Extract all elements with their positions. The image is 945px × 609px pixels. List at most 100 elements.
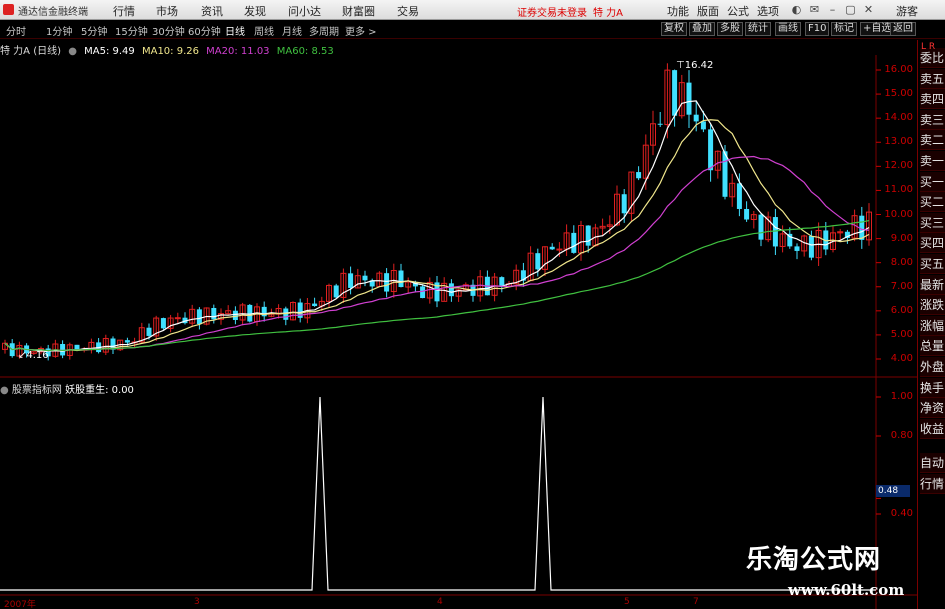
side-panel-item[interactable]: 外盘 — [920, 357, 945, 377]
side-panel-item[interactable]: 买三 — [920, 212, 945, 233]
tool-diejia[interactable]: 叠加 — [689, 22, 715, 36]
restore-icon[interactable]: ▢ — [844, 3, 857, 16]
menu-gongneng[interactable]: 功能 — [667, 3, 689, 19]
menu-faxian[interactable]: 发现 — [244, 3, 266, 19]
candle — [66, 342, 73, 360]
minimize-icon[interactable]: – — [826, 3, 839, 16]
candle — [614, 185, 620, 227]
tool-f10[interactable]: F10 — [805, 22, 830, 36]
price-tick-label: 6.00 — [890, 304, 913, 316]
side-panel-item[interactable]: 最新 — [920, 274, 945, 295]
candle — [225, 305, 232, 315]
date-label-3: 3 — [194, 597, 200, 607]
period-5min[interactable]: 5分钟 — [81, 23, 107, 38]
side-panel-item[interactable]: 卖三 — [920, 109, 945, 130]
side-panel-item[interactable]: 卖四 — [920, 89, 945, 110]
watermark-logo: 乐淘公式网 — [746, 545, 882, 575]
side-panel-item[interactable]: 卖五 — [920, 68, 945, 89]
candle — [571, 225, 577, 254]
candle — [484, 270, 490, 296]
date-label-7: 7 — [693, 597, 699, 607]
menu-hangqing[interactable]: 行情 — [113, 3, 135, 19]
candle — [160, 317, 166, 330]
menu-banmian[interactable]: 版面 — [697, 3, 719, 19]
guest-label[interactable]: 游客 — [896, 3, 918, 19]
price-tick-label: 10.00 — [884, 208, 913, 220]
tool-biaoji[interactable]: 标记 — [831, 22, 857, 36]
indicator-name: 股票指标网 — [11, 385, 62, 396]
tool-fanhui[interactable]: 返回 — [890, 22, 916, 36]
side-panel-item[interactable]: 总量 — [920, 336, 945, 357]
tool-fuquan[interactable]: 复权 — [661, 22, 687, 36]
candle — [678, 74, 685, 119]
candle — [261, 301, 267, 322]
side-panel-item[interactable]: 买一 — [920, 171, 945, 192]
app-title: 通达信金融终端 — [18, 7, 88, 18]
period-daily[interactable]: 日线 — [225, 23, 245, 38]
side-panel-item[interactable]: 涨幅 — [920, 315, 945, 336]
price-tick-label: 5.00 — [890, 328, 913, 340]
candle — [750, 210, 757, 229]
menu-caifuquan[interactable]: 财富圈 — [342, 3, 375, 19]
candlestick-chart[interactable] — [0, 40, 917, 609]
period-toolbar: 分时 1分钟 5分钟 15分钟 30分钟 60分钟 日线 周线 月线 多周期 更… — [0, 20, 945, 39]
candle — [830, 226, 836, 253]
candle — [729, 173, 736, 207]
side-panel-item[interactable]: 买五 — [920, 254, 945, 274]
period-60min[interactable]: 60分钟 — [188, 23, 221, 38]
candle — [765, 211, 772, 243]
period-multi[interactable]: 多周期 — [309, 23, 339, 38]
tool-tongji[interactable]: 统计 — [745, 22, 771, 36]
side-panel-item[interactable]: 净资 — [920, 398, 945, 419]
menu-gongshi[interactable]: 公式 — [727, 3, 749, 19]
period-weekly[interactable]: 周线 — [254, 23, 274, 38]
login-status[interactable]: 证券交易未登录 — [517, 4, 587, 19]
side-panel-item[interactable]: 涨跌 — [920, 295, 945, 316]
ma5-line — [4, 100, 870, 352]
candle — [384, 268, 390, 298]
candle — [772, 208, 778, 256]
tool-huaxian[interactable]: 画线 — [775, 22, 801, 36]
panel-corner-label[interactable]: L R — [921, 42, 935, 52]
mail-icon[interactable]: ✉ — [808, 3, 821, 16]
side-panel-item[interactable]: 换手 — [920, 377, 945, 398]
side-panel-item[interactable]: 收益 — [920, 418, 945, 439]
price-tick-label: 9.00 — [890, 232, 913, 244]
tool-duogu[interactable]: 多股 — [717, 22, 743, 36]
candle — [167, 314, 174, 333]
indicator-settings-icon[interactable]: ● — [0, 385, 9, 396]
period-monthly[interactable]: 月线 — [282, 23, 302, 38]
candle — [866, 203, 872, 246]
menu-jiaoyi[interactable]: 交易 — [397, 3, 419, 19]
candle — [592, 223, 599, 247]
candle — [290, 301, 296, 321]
menu-zixun[interactable]: 资讯 — [201, 3, 223, 19]
watermark-url: www.60lt.com — [788, 581, 905, 599]
candle — [398, 263, 404, 288]
menu-xuanxiang[interactable]: 选项 — [757, 3, 779, 19]
side-panel-item[interactable]: 买二 — [920, 192, 945, 213]
side-panel-item[interactable]: 卖一 — [920, 151, 945, 171]
period-30min[interactable]: 30分钟 — [152, 23, 185, 38]
price-tick-label: 12.00 — [884, 160, 913, 172]
side-panel-item[interactable]: 卖二 — [920, 130, 945, 151]
menu-wenxiaoda[interactable]: 问小达 — [288, 3, 321, 19]
period-more[interactable]: 更多 > — [345, 23, 377, 38]
price-tick-label: 13.00 — [884, 136, 913, 148]
candle — [333, 283, 339, 299]
candle — [686, 70, 692, 128]
candle — [153, 315, 160, 341]
candle — [218, 308, 224, 325]
candle — [2, 339, 8, 354]
close-icon[interactable]: ✕ — [862, 3, 875, 16]
menu-shichang[interactable]: 市场 — [156, 3, 178, 19]
side-panel-item[interactable]: 买四 — [920, 233, 945, 254]
period-15min[interactable]: 15分钟 — [115, 23, 148, 38]
candle — [794, 243, 800, 260]
period-1min[interactable]: 1分钟 — [46, 23, 72, 38]
skin-icon[interactable]: ◐ — [790, 3, 803, 16]
side-panel-item[interactable]: 行情 — [920, 474, 945, 494]
side-panel-item[interactable]: 自动 — [920, 453, 945, 474]
price-tick-label: 4.00 — [890, 353, 913, 364]
period-fenshi[interactable]: 分时 — [6, 23, 26, 38]
